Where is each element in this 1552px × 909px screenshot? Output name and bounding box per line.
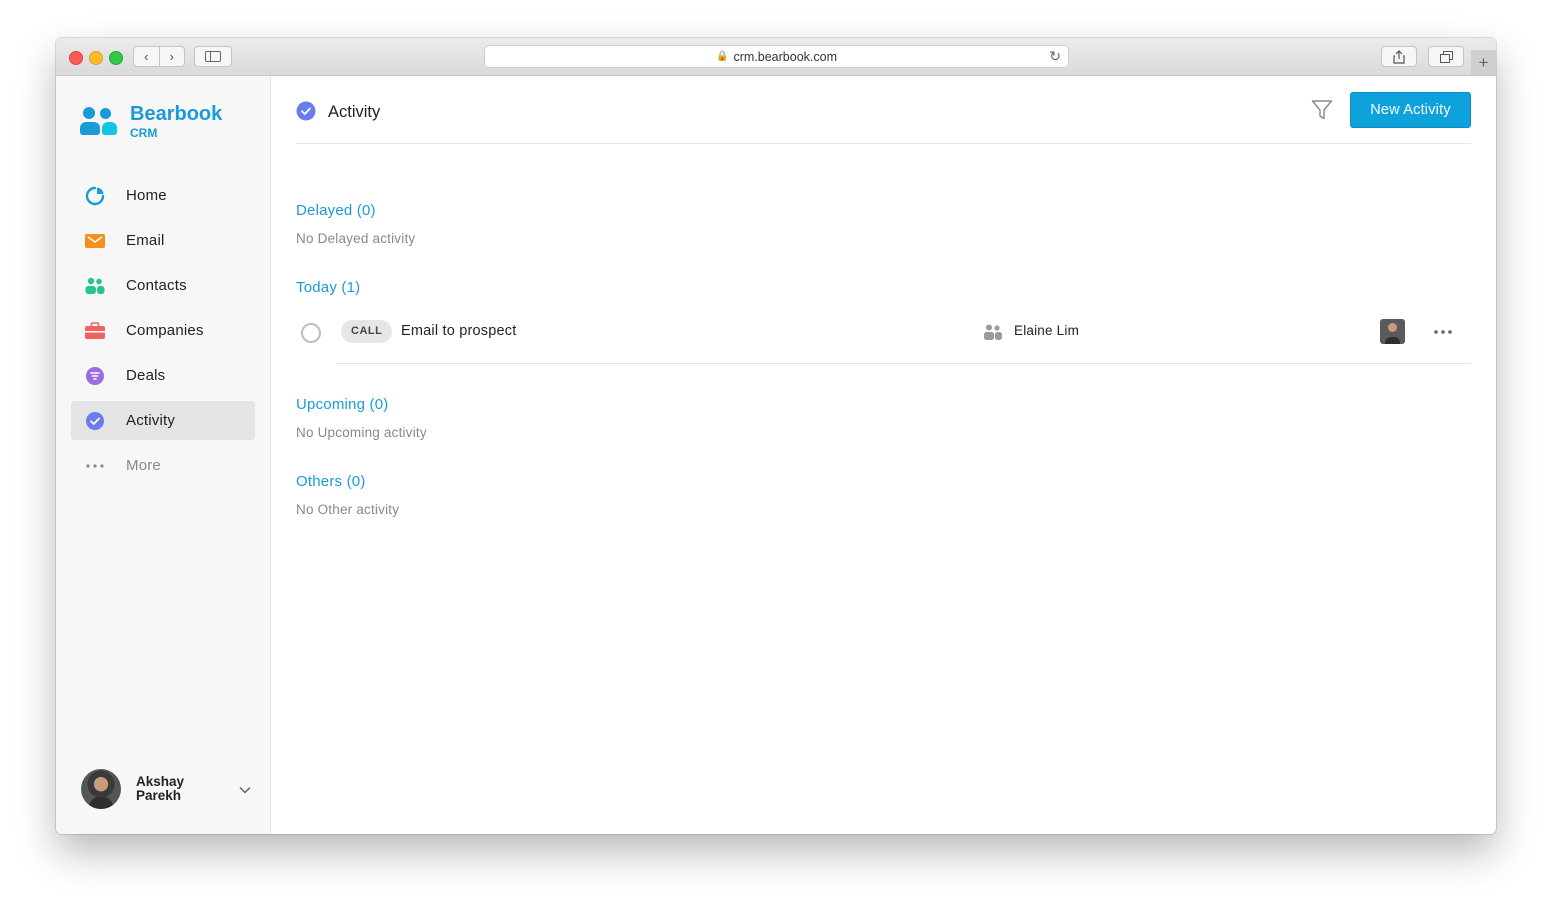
people-icon bbox=[85, 276, 105, 296]
crm-app: Bearbook CRM Home Email Contacts Compani… bbox=[56, 76, 1496, 834]
dots-icon bbox=[85, 456, 105, 476]
avatar bbox=[81, 769, 121, 809]
zoom-window-button[interactable] bbox=[109, 51, 123, 65]
upcoming-section: Upcoming (0) No Upcoming activity bbox=[296, 396, 1471, 440]
tabs-icon bbox=[1439, 50, 1453, 63]
lock-icon: 🔒 bbox=[716, 51, 729, 62]
sidebar-item-more[interactable]: More bbox=[71, 446, 255, 485]
activity-title[interactable]: Email to prospect bbox=[401, 323, 516, 339]
empty-state-text: No Other activity bbox=[296, 502, 400, 517]
page-header: Activity New Activity bbox=[296, 92, 1471, 144]
profile-last-name: Parekh bbox=[136, 788, 182, 803]
share-icon bbox=[1393, 49, 1405, 64]
history-navigation: ‹ › bbox=[133, 46, 185, 67]
main-content: Activity New Activity Delayed (0) No Del… bbox=[271, 76, 1496, 834]
today-section: Today (1) bbox=[296, 279, 1471, 296]
brand-name: Bearbook bbox=[130, 103, 223, 125]
section-title[interactable]: Others (0) bbox=[296, 473, 1471, 490]
sidebar-item-email[interactable]: Email bbox=[71, 221, 255, 260]
empty-state-text: No Upcoming activity bbox=[296, 425, 427, 440]
check-icon bbox=[85, 411, 105, 431]
bearbook-logo-icon bbox=[80, 104, 120, 138]
sidebar-item-activity[interactable]: Activity bbox=[71, 401, 255, 440]
browser-window: ‹ › 🔒 crm.bearbook.com ↻ + Bearbook CRM … bbox=[56, 38, 1496, 834]
sidebar-item-label: Deals bbox=[126, 367, 166, 384]
section-title[interactable]: Today (1) bbox=[296, 279, 1471, 296]
deals-icon bbox=[85, 366, 105, 386]
sidebar-item-deals[interactable]: Deals bbox=[71, 356, 255, 395]
pie-chart-icon bbox=[85, 186, 105, 206]
close-window-button[interactable] bbox=[69, 51, 83, 65]
sidebar-item-label: Email bbox=[126, 232, 165, 249]
address-bar[interactable]: 🔒 crm.bearbook.com ↻ bbox=[484, 45, 1069, 68]
new-tab-button[interactable]: + bbox=[1471, 50, 1496, 75]
section-title[interactable]: Upcoming (0) bbox=[296, 396, 1471, 413]
list-item[interactable]: CALL Email to prospect Elaine Lim bbox=[296, 319, 1471, 364]
brand-subtitle: CRM bbox=[130, 126, 158, 140]
briefcase-icon bbox=[85, 321, 105, 341]
sidebar-item-home[interactable]: Home bbox=[71, 176, 255, 215]
people-icon bbox=[984, 324, 1002, 345]
profile-first-name: Akshay bbox=[136, 774, 185, 789]
row-divider bbox=[336, 363, 1471, 364]
chevron-down-icon[interactable] bbox=[239, 781, 251, 797]
envelope-icon bbox=[85, 231, 105, 251]
sidebar-item-label: Companies bbox=[126, 322, 204, 339]
sidebar-item-label: Contacts bbox=[126, 277, 187, 294]
complete-checkbox[interactable] bbox=[301, 323, 321, 343]
profile-name: Akshay Parekh bbox=[136, 775, 216, 803]
sidebar-icon bbox=[205, 51, 221, 62]
page-title: Activity bbox=[328, 103, 381, 121]
user-profile-menu[interactable]: Akshay Parekh bbox=[81, 769, 251, 809]
others-section: Others (0) No Other activity bbox=[296, 473, 1471, 517]
forward-button[interactable]: › bbox=[158, 47, 185, 66]
filter-icon[interactable] bbox=[1311, 99, 1333, 126]
sidebar-toggle-button[interactable] bbox=[194, 46, 232, 67]
share-button[interactable] bbox=[1381, 46, 1417, 67]
empty-state-text: No Delayed activity bbox=[296, 231, 416, 246]
sidebar: Bearbook CRM Home Email Contacts Compani… bbox=[56, 76, 271, 834]
url-text: crm.bearbook.com bbox=[733, 49, 837, 64]
new-activity-button[interactable]: New Activity bbox=[1350, 92, 1471, 128]
activity-type-badge: CALL bbox=[341, 320, 393, 343]
sidebar-item-label: More bbox=[126, 457, 161, 474]
sidebar-item-label: Activity bbox=[126, 412, 176, 429]
delayed-section: Delayed (0) No Delayed activity bbox=[296, 202, 1471, 246]
brand-logo[interactable]: Bearbook CRM bbox=[80, 104, 222, 140]
sidebar-item-companies[interactable]: Companies bbox=[71, 311, 255, 350]
sidebar-item-label: Home bbox=[126, 187, 167, 204]
minimize-window-button[interactable] bbox=[89, 51, 103, 65]
section-title[interactable]: Delayed (0) bbox=[296, 202, 1471, 219]
contact-name[interactable]: Elaine Lim bbox=[1014, 323, 1079, 338]
sidebar-item-contacts[interactable]: Contacts bbox=[71, 266, 255, 305]
more-options-icon[interactable] bbox=[1433, 321, 1453, 337]
back-button[interactable]: ‹ bbox=[134, 47, 159, 66]
tabs-overview-button[interactable] bbox=[1428, 46, 1464, 67]
avatar bbox=[1380, 319, 1405, 344]
check-icon bbox=[296, 101, 316, 126]
browser-toolbar: ‹ › 🔒 crm.bearbook.com ↻ + bbox=[56, 38, 1496, 76]
reload-icon[interactable]: ↻ bbox=[1049, 48, 1061, 65]
sidebar-nav: Home Email Contacts Companies Deals Acti… bbox=[71, 176, 255, 491]
